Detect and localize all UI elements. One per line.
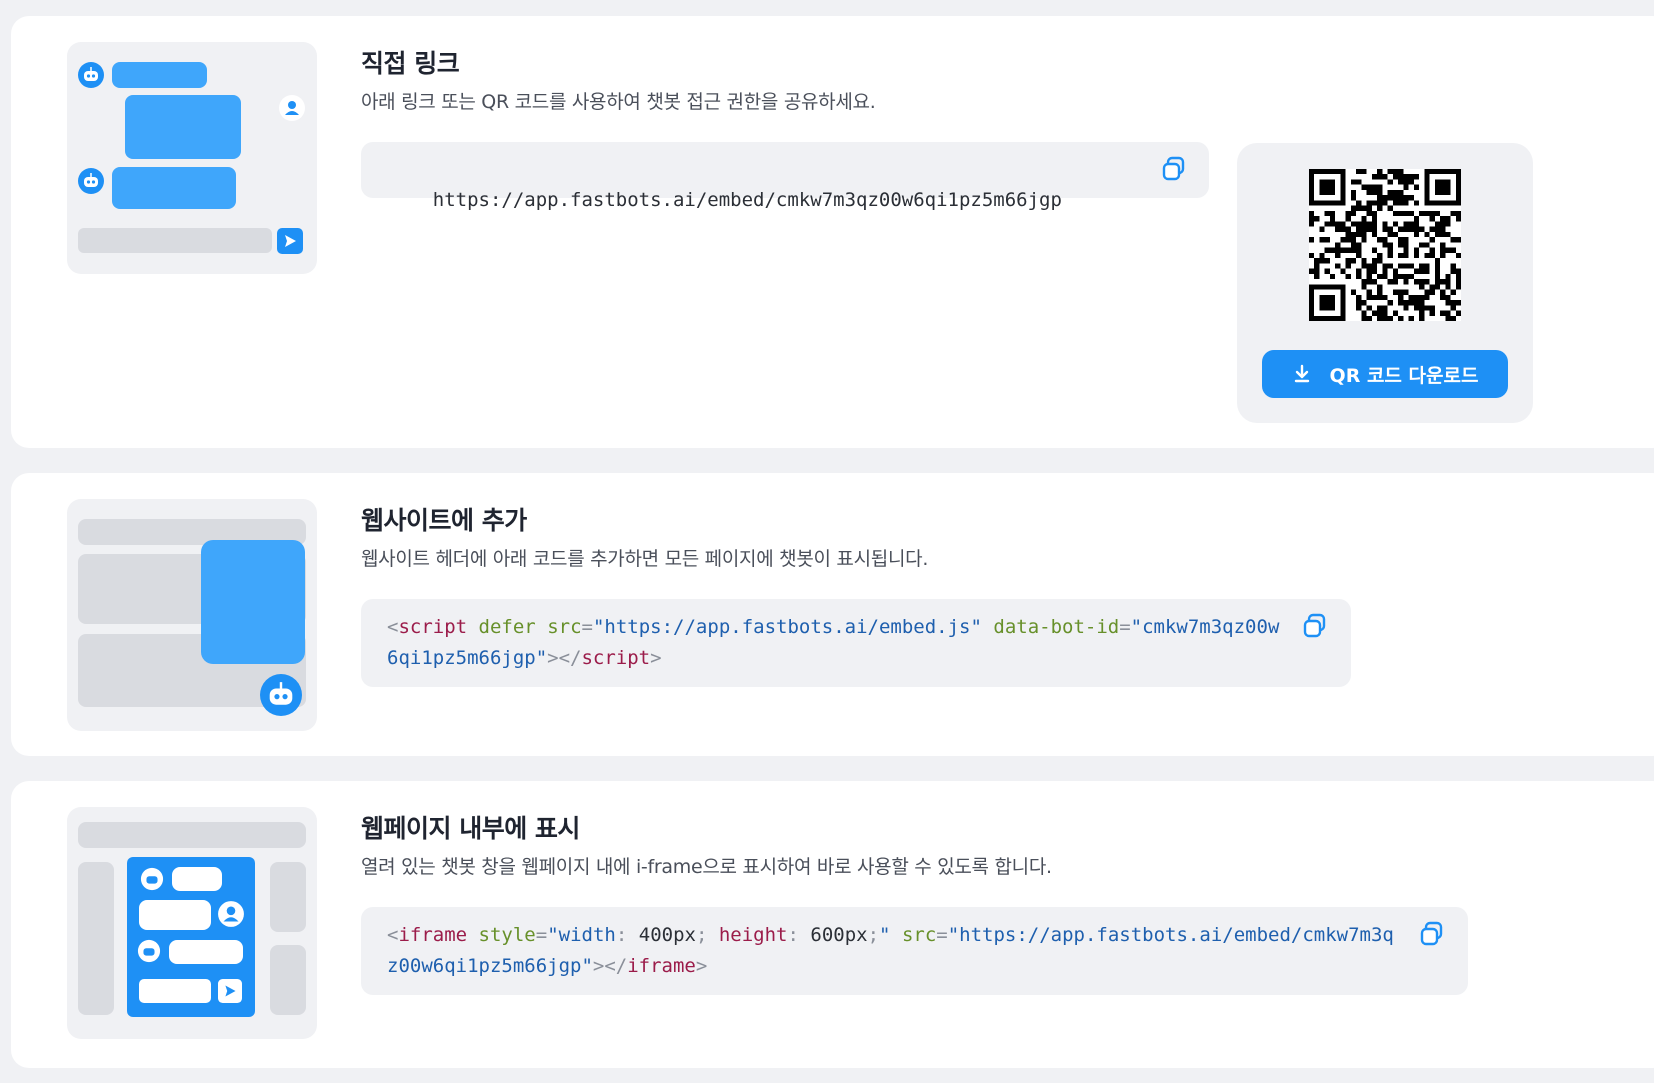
code-token: style — [478, 924, 536, 946]
code-token: < — [387, 924, 399, 946]
section-title: 직접 링크 — [361, 49, 460, 78]
iframe-embed-card: 웹페이지 내부에 표시 열려 있는 챗봇 창을 웹페이지 내에 i-frame으… — [11, 781, 1654, 1068]
code-token: ; — [867, 924, 880, 946]
qr-download-button[interactable]: QR 코드 다운로드 — [1262, 350, 1508, 398]
code-token: iframe — [627, 955, 696, 977]
bot-icon — [137, 939, 161, 963]
code-token: ; — [695, 924, 719, 946]
bot-icon — [78, 168, 104, 194]
page-sidebar — [270, 862, 306, 932]
code-token: script — [398, 616, 468, 638]
copy-icon[interactable] — [1159, 154, 1189, 184]
send-icon — [277, 228, 303, 254]
embedded-chat-frame — [127, 857, 255, 1017]
message-input-bar — [78, 228, 272, 253]
chat-bubble — [112, 167, 236, 209]
bot-icon — [260, 674, 302, 716]
chat-widget-window — [201, 540, 305, 664]
code-token: > — [695, 955, 708, 977]
code-token: script — [581, 647, 651, 669]
code-token: : — [615, 924, 639, 946]
bot-icon — [78, 62, 104, 88]
link-field[interactable]: https://app.fastbots.ai/embed/cmkw7m3qz0… — [361, 142, 1209, 211]
code-token: ></ — [547, 647, 582, 669]
bot-icon — [140, 867, 164, 891]
qr-panel: QR 코드 다운로드 — [1237, 143, 1533, 423]
user-icon — [279, 95, 305, 121]
website-embed-card: 웹사이트에 추가 웹사이트 헤더에 아래 코드를 추가하면 모든 페이지에 챗봇… — [11, 473, 1654, 756]
section-title: 웹사이트에 추가 — [361, 506, 527, 535]
code-token: : — [787, 924, 811, 946]
message-input-bar — [139, 979, 211, 1003]
script-code-field[interactable]: <script defer src="https://app.fastbots.… — [361, 599, 1351, 687]
chat-bubble — [172, 867, 222, 891]
link-url[interactable]: https://app.fastbots.ai/embed/cmkw7m3qz0… — [433, 189, 1062, 211]
code-token: iframe — [398, 924, 468, 946]
code-token: width — [558, 924, 616, 946]
section-title: 웹페이지 내부에 표시 — [361, 814, 580, 843]
qr-download-label: QR 코드 다운로드 — [1329, 364, 1479, 387]
qr-code-image — [1309, 169, 1461, 321]
chat-bubble — [139, 900, 211, 930]
download-icon — [1294, 364, 1309, 383]
code-token: src — [547, 616, 582, 638]
iframe-code-field[interactable]: <iframe style="width: 400px; height: 600… — [361, 907, 1468, 995]
code-token: 600px — [810, 924, 868, 946]
code-token: = — [1119, 616, 1131, 638]
code-token: "https://app.fastbots.ai/embed.js" — [592, 616, 982, 638]
website-illustration — [67, 499, 317, 731]
user-icon — [218, 901, 244, 927]
code-token: = — [581, 616, 593, 638]
page-header-bar — [78, 822, 306, 848]
code-token: ></ — [592, 955, 628, 977]
page-sidebar — [270, 945, 306, 1015]
chat-bubble — [112, 62, 207, 88]
code-token: > — [650, 647, 662, 669]
section-description: 열려 있는 챗봇 창을 웹페이지 내에 i-frame으로 표시하여 바로 사용… — [361, 856, 1052, 878]
code-token: height — [718, 924, 788, 946]
chat-bubble — [125, 95, 241, 159]
code-token: < — [387, 616, 399, 638]
chat-bubble — [169, 940, 243, 964]
code-token: = — [936, 924, 948, 946]
send-icon — [218, 979, 242, 1003]
page-sidebar — [78, 862, 114, 1015]
copy-icon[interactable] — [1300, 611, 1330, 641]
code-token: " — [547, 924, 559, 946]
code-token: = — [535, 924, 548, 946]
code-token: defer — [478, 616, 536, 638]
section-description: 아래 링크 또는 QR 코드를 사용하여 챗봇 접근 권한을 공유하세요. — [361, 91, 876, 113]
code-token: src — [901, 924, 937, 946]
iframe-illustration — [67, 807, 317, 1039]
direct-link-card: 직접 링크 아래 링크 또는 QR 코드를 사용하여 챗봇 접근 권한을 공유하… — [11, 16, 1654, 448]
code-token: data-bot-id — [993, 616, 1120, 638]
chat-illustration — [67, 42, 317, 274]
section-description: 웹사이트 헤더에 아래 코드를 추가하면 모든 페이지에 챗봇이 표시됩니다. — [361, 548, 929, 570]
code-token: 400px — [638, 924, 696, 946]
copy-icon[interactable] — [1417, 919, 1447, 949]
code-token: " — [879, 924, 891, 946]
